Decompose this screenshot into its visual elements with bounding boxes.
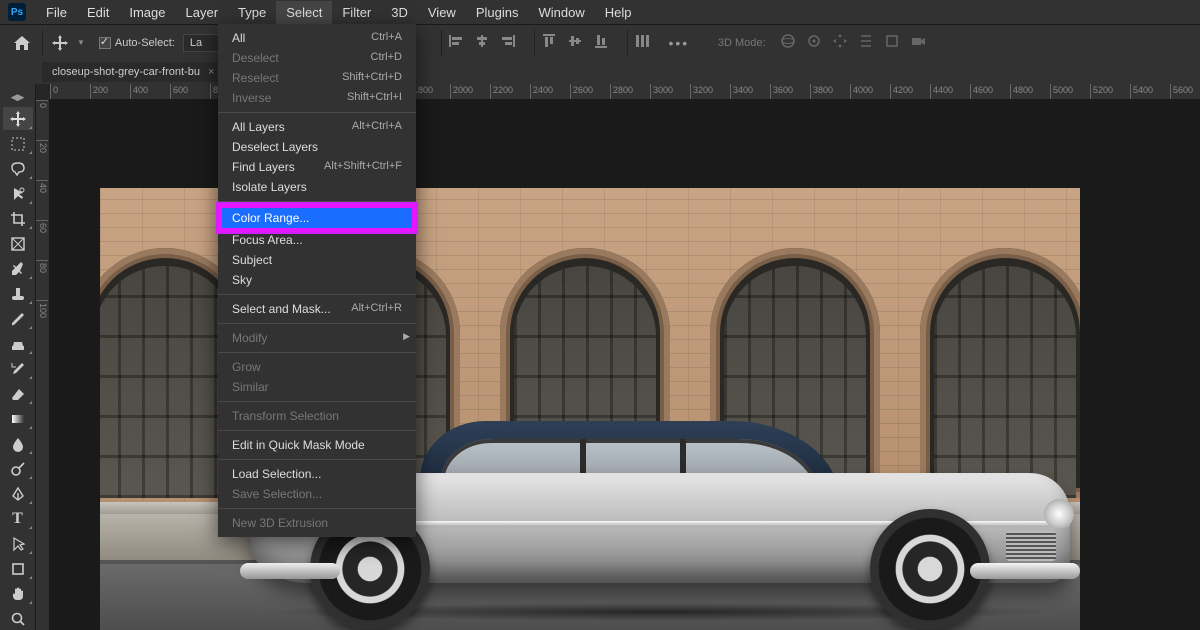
eyedropper-tool[interactable] — [3, 257, 33, 280]
workspace: ◀▶ T 02004006008001000120014001600180020… — [0, 84, 1200, 630]
align-right-icon[interactable] — [500, 33, 520, 53]
ruler-vertical: 020406080100 — [36, 100, 50, 630]
gradient-tool[interactable] — [3, 407, 33, 430]
3d-orbit-icon — [780, 33, 800, 53]
menu-item-all[interactable]: AllCtrl+A — [218, 28, 416, 48]
menu-edit[interactable]: Edit — [77, 1, 119, 24]
healing-tool[interactable] — [3, 282, 33, 305]
3d-roll-icon — [806, 33, 826, 53]
lasso-tool[interactable] — [3, 157, 33, 180]
eraser-tool[interactable] — [3, 382, 33, 405]
align-left-icon[interactable] — [448, 33, 468, 53]
move-tool[interactable] — [3, 107, 33, 130]
menu-bar: Ps FileEditImageLayerTypeSelectFilter3DV… — [0, 0, 1200, 24]
menu-3d[interactable]: 3D — [381, 1, 418, 24]
menu-filter[interactable]: Filter — [332, 1, 381, 24]
menu-select[interactable]: Select — [276, 1, 332, 24]
menu-item-edit-in-quick-mask-mode[interactable]: Edit in Quick Mask Mode — [218, 435, 416, 455]
align-center-h-icon[interactable] — [474, 33, 494, 53]
path-selection-tool[interactable] — [3, 532, 33, 555]
menu-item-focus-area[interactable]: Focus Area... — [218, 230, 416, 250]
3d-camera-icon — [910, 33, 930, 53]
align-top-icon[interactable] — [541, 33, 561, 53]
menu-item-grow: Grow — [218, 357, 416, 377]
select-menu-dropdown: AllCtrl+ADeselectCtrl+DReselectShift+Ctr… — [218, 24, 416, 537]
blur-tool[interactable] — [3, 432, 33, 455]
zoom-tool[interactable] — [3, 607, 33, 630]
crop-tool[interactable] — [3, 207, 33, 230]
menu-item-all-layers[interactable]: All LayersAlt+Ctrl+A — [218, 117, 416, 137]
move-tool-icon[interactable] — [49, 32, 71, 54]
menu-item-isolate-layers[interactable]: Isolate Layers — [218, 177, 416, 197]
menu-item-color-range[interactable]: Color Range... — [218, 204, 416, 232]
menu-plugins[interactable]: Plugins — [466, 1, 529, 24]
collapse-tools-icon[interactable]: ◀▶ — [0, 90, 35, 105]
document-tabs: closeup-shot-grey-car-front-bu × — [0, 60, 1200, 84]
menu-item-similar: Similar — [218, 377, 416, 397]
menu-item-reselect: ReselectShift+Ctrl+D — [218, 68, 416, 88]
menu-item-new-3d-extrusion: New 3D Extrusion — [218, 513, 416, 533]
menu-view[interactable]: View — [418, 1, 466, 24]
menu-file[interactable]: File — [36, 1, 77, 24]
menu-item-transform-selection: Transform Selection — [218, 406, 416, 426]
distribute-icon[interactable] — [634, 33, 654, 53]
menu-item-subject[interactable]: Subject — [218, 250, 416, 270]
canvas-area[interactable]: 0200400600800100012001400160018002000220… — [36, 84, 1200, 630]
menu-help[interactable]: Help — [595, 1, 642, 24]
menu-item-modify: Modify▶ — [218, 328, 416, 348]
menu-type[interactable]: Type — [228, 1, 276, 24]
auto-select-label: Auto-Select: — [115, 37, 175, 49]
menu-item-inverse: InverseShift+Ctrl+I — [218, 88, 416, 108]
submenu-arrow-icon: ▶ — [403, 331, 410, 342]
shape-tool[interactable] — [3, 557, 33, 580]
align-middle-v-icon[interactable] — [567, 33, 587, 53]
menu-window[interactable]: Window — [528, 1, 594, 24]
selection-tool[interactable] — [3, 182, 33, 205]
close-icon[interactable]: × — [208, 66, 214, 78]
hand-tool[interactable] — [3, 582, 33, 605]
align-bottom-icon[interactable] — [593, 33, 613, 53]
menu-item-sky[interactable]: Sky — [218, 270, 416, 290]
home-icon[interactable] — [10, 31, 34, 55]
more-options-icon[interactable]: ••• — [668, 32, 690, 54]
3d-pan-icon — [832, 33, 852, 53]
3d-slide-icon — [858, 33, 878, 53]
tools-panel: ◀▶ T — [0, 84, 36, 630]
options-bar: ▼ Auto-Select: ••• 3D Mode: — [0, 24, 1200, 60]
document-tab[interactable]: closeup-shot-grey-car-front-bu × — [42, 62, 224, 82]
menu-item-save-selection: Save Selection... — [218, 484, 416, 504]
menu-image[interactable]: Image — [119, 1, 175, 24]
marquee-tool[interactable] — [3, 132, 33, 155]
menu-item-deselect: DeselectCtrl+D — [218, 48, 416, 68]
app-logo: Ps — [8, 3, 26, 21]
pen-tool[interactable] — [3, 482, 33, 505]
dropdown-caret-icon[interactable]: ▼ — [77, 38, 85, 47]
menu-item-find-layers[interactable]: Find LayersAlt+Shift+Ctrl+F — [218, 157, 416, 177]
menu-layer[interactable]: Layer — [176, 1, 229, 24]
document-tab-title: closeup-shot-grey-car-front-bu — [52, 66, 200, 78]
frame-tool[interactable] — [3, 232, 33, 255]
3d-mode-label: 3D Mode: — [718, 37, 766, 49]
menu-item-select-and-mask[interactable]: Select and Mask...Alt+Ctrl+R — [218, 299, 416, 319]
auto-select-checkbox[interactable]: Auto-Select: — [99, 37, 175, 49]
history-brush-tool[interactable] — [3, 357, 33, 380]
type-tool[interactable]: T — [3, 507, 33, 530]
menu-item-load-selection[interactable]: Load Selection... — [218, 464, 416, 484]
dodge-tool[interactable] — [3, 457, 33, 480]
brush-tool[interactable] — [3, 307, 33, 330]
menu-item-deselect-layers[interactable]: Deselect Layers — [218, 137, 416, 157]
3d-scale-icon — [884, 33, 904, 53]
clone-stamp-tool[interactable] — [3, 332, 33, 355]
